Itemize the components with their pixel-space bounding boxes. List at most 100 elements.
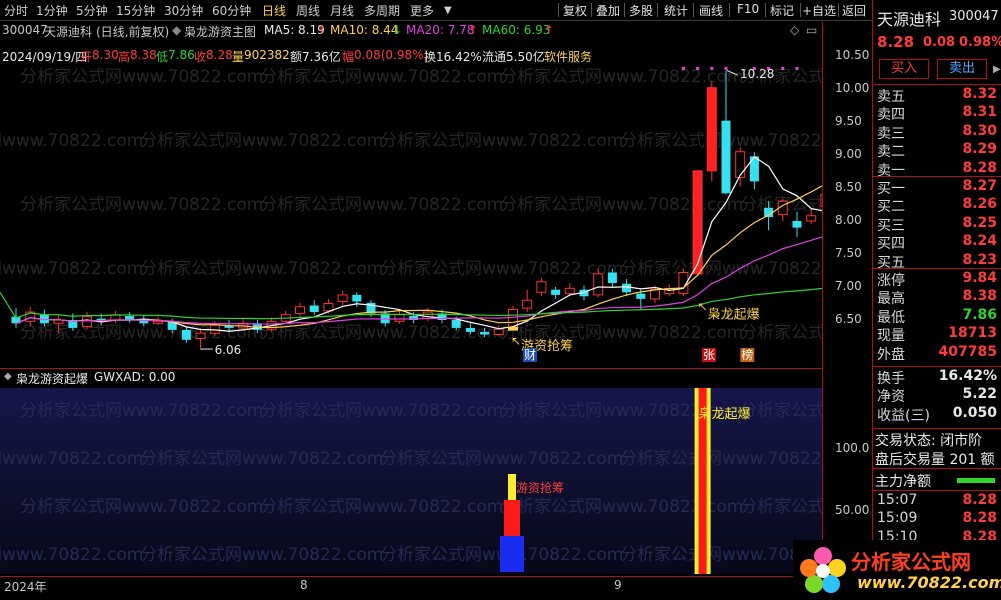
tool-draw-button[interactable]: 画线 xyxy=(699,2,723,19)
period-tab-15min[interactable]: 15分钟 xyxy=(116,2,155,19)
tool-add-watchlist-button[interactable]: +自选 xyxy=(802,2,836,19)
ask-value: 8.28 xyxy=(962,159,997,176)
bid-value: 8.27 xyxy=(962,178,997,194)
chart-header: 300047 天源迪科 (日线,前复权) ◆ 枭龙游资主图 MA5: 8.19 … xyxy=(0,22,822,40)
period-tab-multi[interactable]: 多周期 xyxy=(364,2,400,19)
watermark-text: 分析家公式网www.70822.com xyxy=(380,131,623,151)
bid-row[interactable]: 买五 8.23 xyxy=(877,252,999,271)
watermark-text: 分析家公式网www.70822.com xyxy=(740,401,822,421)
price-tick-label: 7.50 xyxy=(835,246,862,260)
chart-mode: (日线,前复权) xyxy=(96,25,170,39)
signal2-label: 枭龙起爆 xyxy=(708,306,760,322)
quote-panel: 天源迪科 300047 8.28 0.08 0.98% 买入 卖出 ▶ 卖五 8.… xyxy=(872,0,1001,600)
tag-zhang-badge[interactable]: 张 xyxy=(701,348,716,362)
watermark-text: 分析家公式网www.70822.com xyxy=(500,67,743,87)
candle xyxy=(536,277,547,297)
tool-stats-button[interactable]: 统计 xyxy=(664,2,688,19)
buy-button[interactable]: 买入 xyxy=(879,59,929,79)
watermark-text: 分析家公式网www.70822.com xyxy=(20,67,263,87)
bid-row[interactable]: 买二 8.26 xyxy=(877,196,999,216)
period-tab-30min[interactable]: 30分钟 xyxy=(164,2,203,19)
tool-mark-button[interactable]: 标记 xyxy=(770,2,794,19)
ask-value: 8.30 xyxy=(962,122,997,139)
tool-multistock-button[interactable]: 多股 xyxy=(629,2,653,19)
date-axis: 2024年 8 9 xyxy=(0,576,822,600)
indicator-tick-50: 50.00 xyxy=(835,503,870,517)
bid-row[interactable]: 买一 8.27 xyxy=(877,178,999,197)
ask-row[interactable]: 卖一 8.28 xyxy=(877,159,999,179)
more-dropdown-icon[interactable]: ▼ xyxy=(444,5,452,16)
tick-row[interactable]: 15:07 8.28 xyxy=(877,492,999,510)
indicator-name[interactable]: 枭龙游资起爆 xyxy=(16,370,88,387)
collapse-icon[interactable]: ▭ xyxy=(806,23,817,37)
watermark-text: 分析家公式网www.70822.com xyxy=(740,497,822,517)
ask-label: 卖二 xyxy=(877,144,905,161)
settings-icon[interactable]: ◇ xyxy=(790,23,799,37)
tick-row[interactable]: 15:09 8.28 xyxy=(877,510,999,528)
site-logo: 分析家公式网 www.70822.com xyxy=(793,540,1001,600)
tag-cai-badge[interactable]: 财 xyxy=(523,348,538,362)
high-price-mark: 10.28 xyxy=(740,67,774,81)
stat2-row[interactable]: 净资 5.22 xyxy=(877,386,999,405)
sell-button[interactable]: 卖出 xyxy=(937,59,987,79)
period-tab-more[interactable]: 更多 xyxy=(410,2,434,19)
watermark-text: 分析家公式网www.70822.com xyxy=(0,545,143,565)
stat-row[interactable]: 外盘 407785 xyxy=(877,343,999,363)
stat-value: 8.38 xyxy=(962,288,997,305)
ma20-arrow-icon: ↑ xyxy=(468,23,479,37)
marker-dot xyxy=(710,67,714,70)
kline-chart[interactable]: 分析家公式网www.70822.com分析家公式网www.70822.com分析… xyxy=(0,40,822,368)
period-tab-weekly[interactable]: 周线 xyxy=(296,2,320,19)
stat-row[interactable]: 最高 8.38 xyxy=(877,288,999,307)
stat-row[interactable]: 现量 18713 xyxy=(877,325,999,344)
price-tick-label: 7.00 xyxy=(835,279,862,293)
period-tab-1min[interactable]: 1分钟 xyxy=(36,2,68,19)
watermark-text: 分析家公式网www.70822.com xyxy=(380,259,623,279)
tool-f10-button[interactable]: F10 xyxy=(737,2,759,16)
tool-overlay-button[interactable]: 叠加 xyxy=(596,2,620,19)
ask-row[interactable]: 卖五 8.32 xyxy=(877,86,999,105)
date-sep-label: 9 xyxy=(614,578,622,592)
bid-row[interactable]: 买四 8.24 xyxy=(877,233,999,253)
stat-value: 7.86 xyxy=(962,306,997,323)
period-tab-5min[interactable]: 5分钟 xyxy=(76,2,108,19)
panel-toggle-icon[interactable]: ▶ xyxy=(993,64,1001,75)
watermark-text: 分析家公式网www.70822.com xyxy=(620,545,822,565)
watermark-text: 分析家公式网www.70822.com xyxy=(620,259,822,279)
bid-label: 买三 xyxy=(877,217,905,234)
ask-label: 卖五 xyxy=(877,89,905,105)
stat2-row[interactable]: 收益(三) 0.050 xyxy=(877,405,999,424)
bid-label: 买二 xyxy=(877,199,905,216)
stat-row[interactable]: 最低 7.86 xyxy=(877,306,999,326)
period-tab-fenshi[interactable]: 分时 xyxy=(4,2,28,19)
indicator-chart[interactable]: 分析家公式网www.70822.com 分析家公式网www.70822.com 分析… xyxy=(0,388,822,574)
period-tab-monthly[interactable]: 月线 xyxy=(330,2,354,19)
period-tab-60min[interactable]: 60分钟 xyxy=(212,2,251,19)
signal1-volume-bar-yellow xyxy=(508,474,516,500)
ask-row[interactable]: 卖四 8.31 xyxy=(877,104,999,124)
period-tab-daily[interactable]: 日线 xyxy=(262,2,286,19)
formula-name[interactable]: 枭龙游资主图 xyxy=(184,23,256,40)
date-year-label: 2024年 xyxy=(4,580,47,594)
tag-bang-badge[interactable]: 榜 xyxy=(740,347,755,362)
candle xyxy=(110,310,121,324)
formula-dropdown-icon[interactable]: ◆ xyxy=(172,23,181,37)
ask-row[interactable]: 卖二 8.29 xyxy=(877,141,999,161)
stat-row[interactable]: 涨停 9.84 xyxy=(877,270,999,289)
bid-row[interactable]: 买三 8.25 xyxy=(877,215,999,234)
bid-label: 买四 xyxy=(877,236,905,253)
ask-label: 卖四 xyxy=(877,107,905,124)
tool-back-button[interactable]: 返回 xyxy=(842,2,866,19)
signal1-marker xyxy=(508,326,518,331)
stat-value: 407785 xyxy=(938,343,997,360)
stat2-label: 收益(三) xyxy=(877,407,930,424)
tool-fuquan-button[interactable]: 复权 xyxy=(563,2,587,19)
candle xyxy=(706,81,717,182)
price-tick-label: 10.00 xyxy=(835,81,870,95)
watermark-text: 分析家公式网www.70822.com xyxy=(260,401,503,421)
ask-row[interactable]: 卖三 8.30 xyxy=(877,122,999,142)
svg-text:榜: 榜 xyxy=(741,347,753,362)
stat2-row[interactable]: 换手 16.42% xyxy=(877,368,999,387)
ma60-value: MA60: 6.93 xyxy=(482,23,551,37)
indicator-dropdown-icon[interactable]: ◆ xyxy=(4,371,12,382)
